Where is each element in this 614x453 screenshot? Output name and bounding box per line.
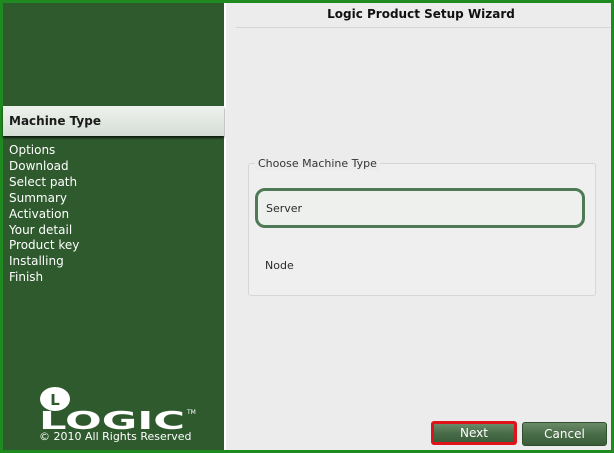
sidebar: Machine Type Options Download Select pat… bbox=[3, 3, 226, 450]
option-node-label: Node bbox=[265, 259, 294, 272]
logic-logo: L LOGIC TM bbox=[39, 387, 196, 433]
next-button[interactable]: Next bbox=[431, 421, 517, 445]
machine-type-group: Choose Machine Type Server Node bbox=[248, 157, 596, 296]
group-label: Choose Machine Type bbox=[255, 157, 380, 170]
active-step-label: Machine Type bbox=[9, 114, 101, 128]
option-node[interactable]: Node bbox=[255, 246, 585, 286]
title-divider bbox=[236, 27, 610, 28]
step-item-installing: Installing bbox=[9, 254, 64, 269]
step-list: Options Download Select path Summary Act… bbox=[9, 143, 79, 286]
step-item-your-detail: Your detail bbox=[9, 222, 73, 237]
step-item-activation: Activation bbox=[9, 206, 70, 221]
option-server[interactable]: Server bbox=[255, 188, 585, 228]
logo-wordmark: LOGIC bbox=[39, 406, 185, 433]
step-item-product-key: Product key bbox=[9, 238, 80, 253]
step-item-finish: Finish bbox=[9, 270, 44, 285]
option-server-label: Server bbox=[266, 202, 303, 215]
main-panel: Logic Product Setup Wizard Choose Machin… bbox=[226, 3, 611, 450]
cancel-button[interactable]: Cancel bbox=[522, 422, 607, 446]
sidebar-active-step: Machine Type bbox=[3, 106, 224, 136]
setup-wizard-window: Machine Type Options Download Select pat… bbox=[0, 0, 614, 453]
step-item-select-path: Select path bbox=[9, 174, 78, 189]
step-item-download: Download bbox=[9, 158, 69, 173]
copyright-text: © 2010 All Rights Reserved bbox=[39, 430, 192, 443]
step-item-options: Options bbox=[9, 143, 56, 157]
step-item-summary: Summary bbox=[9, 190, 67, 205]
window-title: Logic Product Setup Wizard bbox=[327, 7, 515, 21]
logo-trademark: TM bbox=[186, 409, 196, 416]
